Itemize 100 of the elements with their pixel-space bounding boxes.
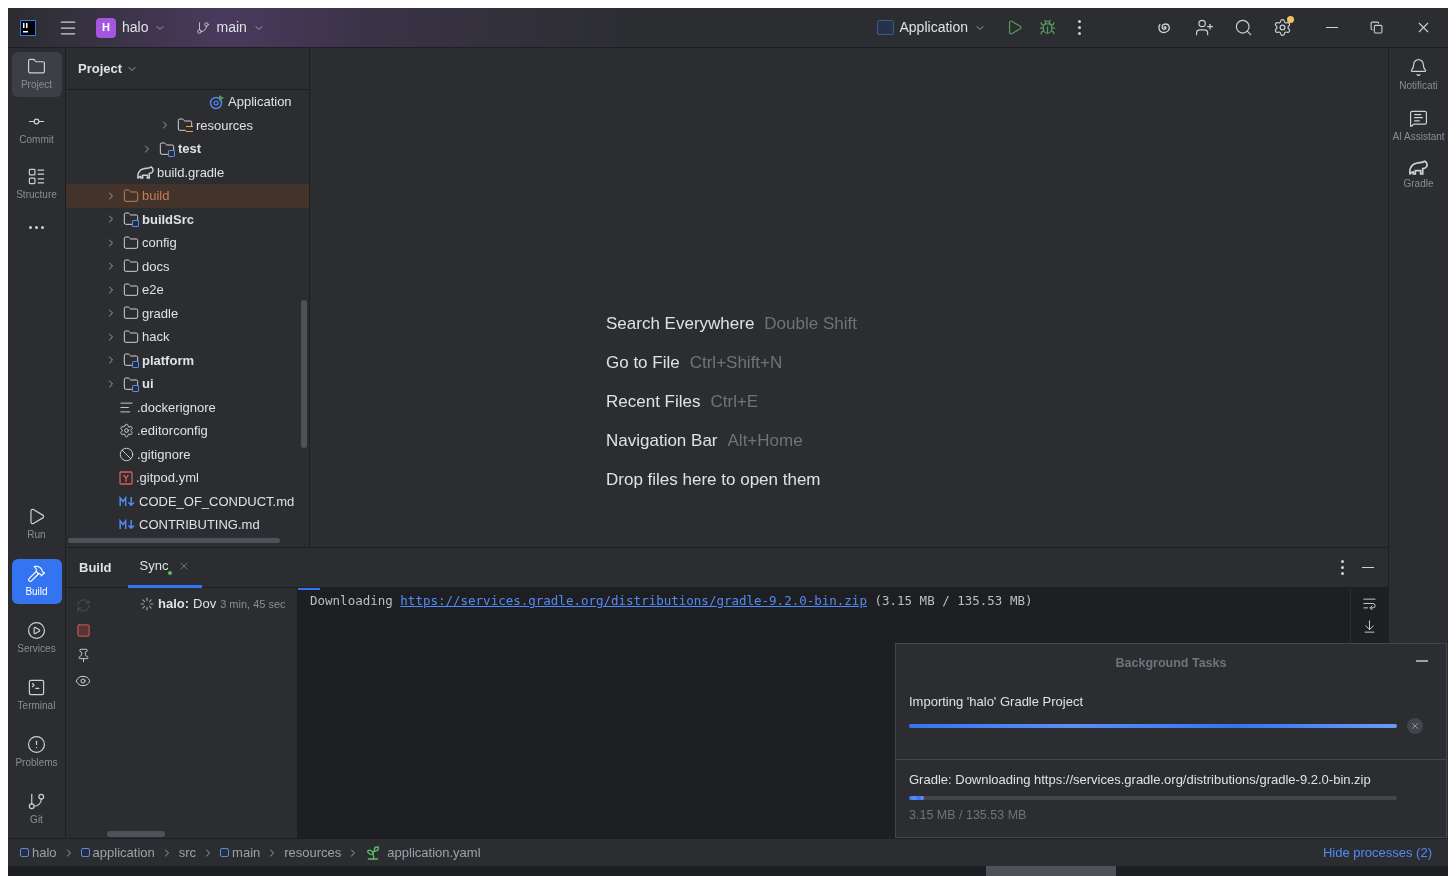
- tree-row[interactable]: resources: [66, 113, 309, 137]
- scrollbar[interactable]: [107, 831, 165, 837]
- tool-window-button[interactable]: Run: [11, 502, 62, 547]
- download-link[interactable]: https://services.gradle.org/distributions/gradle-9.2.0-bin.zip: [400, 593, 867, 608]
- pin-button[interactable]: [75, 648, 91, 663]
- bug-icon: [1039, 19, 1056, 36]
- minimize-icon: [1416, 660, 1428, 662]
- folder-icon: [123, 258, 139, 275]
- folder-icon: [123, 187, 139, 204]
- run-configuration-selector[interactable]: Application: [876, 17, 986, 38]
- project-badge: H: [96, 17, 116, 38]
- breadcrumb[interactable]: main: [220, 842, 261, 863]
- bell-icon: [1409, 58, 1428, 77]
- tree-row[interactable]: test: [66, 137, 309, 161]
- breadcrumb[interactable]: application: [80, 842, 155, 863]
- build-tab[interactable]: Sync: [127, 547, 203, 588]
- tree-row[interactable]: CONTRIBUTING.md: [66, 513, 309, 537]
- terminal-icon: [27, 678, 46, 697]
- yaml-file-icon: [119, 470, 133, 485]
- options-button[interactable]: [1341, 560, 1344, 575]
- tool-window-button[interactable]: Git: [11, 787, 62, 832]
- search-button[interactable]: [1234, 18, 1253, 37]
- tool-window-button[interactable]: Gradle: [1390, 156, 1447, 195]
- add-user-icon: [1195, 18, 1214, 37]
- tool-window-button[interactable]: Services: [11, 616, 62, 661]
- tree-row[interactable]: e2e: [66, 278, 309, 302]
- tree-row[interactable]: build: [66, 184, 309, 208]
- scrollbar[interactable]: [68, 537, 280, 543]
- popup-title: Background Tasks: [1115, 654, 1227, 672]
- tree-row[interactable]: buildSrc: [66, 207, 309, 231]
- add-user-button[interactable]: [1195, 18, 1214, 37]
- more-actions-button[interactable]: [1078, 20, 1081, 35]
- tool-window-button[interactable]: Notificati: [1390, 54, 1447, 97]
- module-folder-icon: [123, 211, 139, 228]
- workspace-dropdown[interactable]: H halo: [96, 17, 167, 38]
- animal-icon: [1409, 160, 1428, 175]
- settings-button[interactable]: [1273, 18, 1292, 37]
- hint-action: Drop files here to open them: [606, 470, 821, 490]
- tree-row[interactable]: platform: [66, 348, 309, 372]
- tree-row[interactable]: ui: [66, 372, 309, 396]
- view-button[interactable]: [75, 673, 91, 689]
- tool-window-button[interactable]: Problems: [11, 730, 62, 775]
- tree-row[interactable]: Application: [66, 90, 309, 114]
- restore-icon: [1370, 21, 1383, 34]
- tree-row[interactable]: .gitpod.yml: [66, 466, 309, 490]
- tree-row[interactable]: gradle: [66, 301, 309, 325]
- scroll-to-end-button[interactable]: [1362, 619, 1377, 634]
- play-circle-icon: [27, 621, 46, 640]
- module-icon: [220, 848, 230, 857]
- alert-icon: [27, 735, 46, 754]
- debug-button[interactable]: [1039, 19, 1056, 36]
- tool-window-button[interactable]: AI Assistant: [1390, 105, 1447, 148]
- breadcrumb[interactable]: resources: [284, 842, 342, 863]
- cancel-button[interactable]: [1407, 717, 1423, 734]
- module-folder-icon: [123, 375, 139, 392]
- pin-icon: [75, 648, 91, 663]
- tool-window-button[interactable]: Commit: [11, 107, 62, 152]
- text-lines-icon: [119, 399, 134, 415]
- tree-row[interactable]: .editorconfig: [66, 419, 309, 443]
- scroll-down-icon: [1362, 619, 1377, 634]
- folder-icon: [27, 57, 46, 76]
- hint-action: Recent Files: [606, 392, 701, 412]
- soft-wrap-button[interactable]: [1362, 596, 1377, 611]
- more-icon: [1341, 560, 1344, 575]
- breadcrumb[interactable]: src: [178, 842, 197, 863]
- restore-button[interactable]: [1370, 21, 1383, 34]
- search-icon: [1234, 18, 1253, 37]
- hide-processes-link[interactable]: Hide processes (2): [1322, 842, 1432, 863]
- scrollbar[interactable]: [301, 300, 307, 448]
- scrollbar[interactable]: [986, 866, 1116, 876]
- tree-row[interactable]: config: [66, 231, 309, 255]
- tool-window-button[interactable]: Build: [11, 559, 62, 604]
- module-icon: [80, 848, 90, 857]
- branch-icon: [196, 20, 211, 35]
- tree-row[interactable]: build.gradle: [66, 160, 309, 184]
- tree-row[interactable]: CODE_OF_CONDUCT.md: [66, 489, 309, 513]
- spinner-icon: [140, 596, 154, 611]
- tree-row[interactable]: hack: [66, 325, 309, 349]
- minimize-icon: [1326, 26, 1338, 29]
- branch-selector[interactable]: main: [196, 17, 265, 38]
- task-label: Importing 'halo' Gradle Project: [909, 693, 1085, 711]
- tool-window-button[interactable]: Terminal: [11, 673, 62, 718]
- folder-icon: [123, 305, 139, 322]
- tree-row[interactable]: .gitignore: [66, 442, 309, 466]
- wrap-icon: [1362, 596, 1377, 611]
- chat-icon: [1409, 109, 1428, 128]
- task-label: Gradle: Downloading https://services.gradle.org/distributions/gradle-9.2.0-bin.zip: [909, 771, 1372, 789]
- tool-window-title: Build: [79, 558, 112, 577]
- run-button[interactable]: [1006, 19, 1023, 36]
- breadcrumb[interactable]: application.yaml: [365, 842, 481, 863]
- tree-row[interactable]: .dockerignore: [66, 395, 309, 419]
- tree-row[interactable]: docs: [66, 254, 309, 278]
- sprout-icon: [365, 844, 382, 861]
- structure-icon: [27, 167, 46, 186]
- stop-button[interactable]: [75, 623, 91, 638]
- hint-action: Navigation Bar: [606, 431, 718, 451]
- breadcrumb[interactable]: halo: [20, 842, 57, 863]
- tool-window-button[interactable]: Structure: [11, 162, 62, 207]
- view-mode-dropdown[interactable]: Project: [78, 58, 139, 79]
- build-tree-row[interactable]: halo: Dov 3 min, 45 sec: [100, 588, 297, 614]
